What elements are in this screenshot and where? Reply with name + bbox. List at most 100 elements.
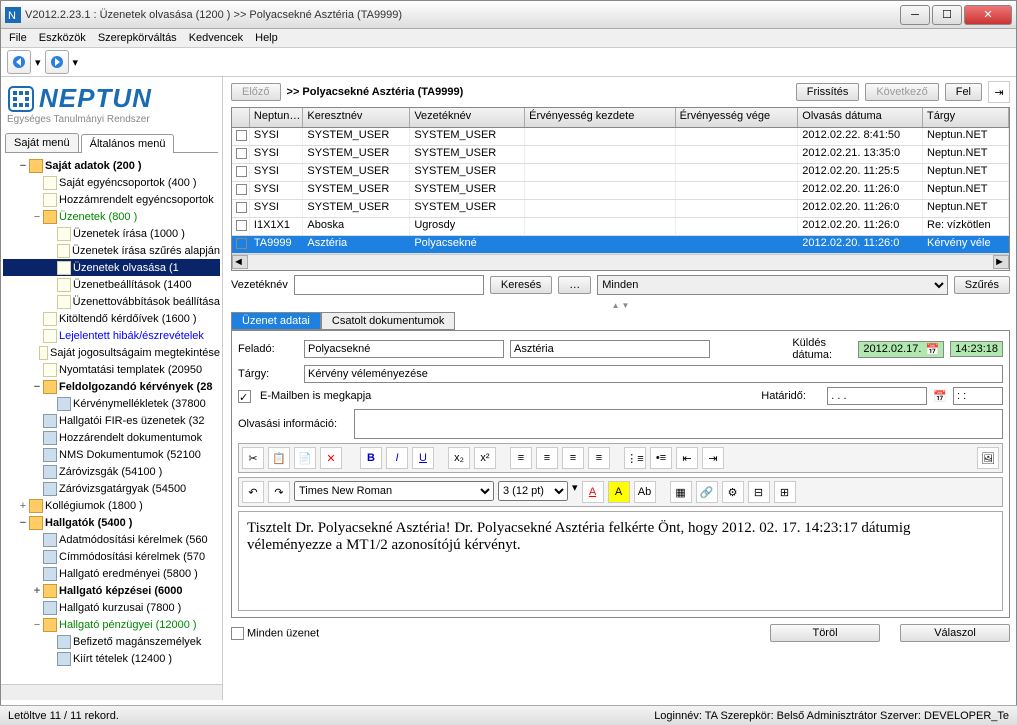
close-button[interactable]: ✕: [964, 5, 1012, 25]
sent-date[interactable]: 2012.02.17.📅: [858, 341, 944, 358]
tab-message-data[interactable]: Üzenet adatai: [231, 312, 321, 330]
tree-item[interactable]: Kitöltendő kérdőívek (1600 ): [3, 310, 220, 327]
tree-item[interactable]: Kérvénymellékletek (37800: [3, 395, 220, 412]
cut-icon[interactable]: ✂: [242, 447, 264, 469]
reply-button[interactable]: Válaszol: [900, 624, 1010, 642]
tree-item[interactable]: Üzenetek írása szűrés alapján: [3, 242, 220, 259]
search-button[interactable]: Keresés: [490, 276, 552, 294]
table-row[interactable]: SYSISYSTEM_USERSYSTEM_USER2012.02.20. 11…: [232, 164, 1009, 182]
size-select[interactable]: 3 (12 pt): [498, 481, 568, 501]
deadline-date[interactable]: [827, 387, 927, 405]
search-more-button[interactable]: …: [558, 276, 591, 294]
redo-icon[interactable]: ↷: [268, 481, 290, 503]
tree-item[interactable]: Lejelentett hibák/észrevételek: [3, 327, 220, 344]
tool-icon[interactable]: ⚙: [722, 481, 744, 503]
align-center-icon[interactable]: ≡: [536, 447, 558, 469]
tree-item[interactable]: Üzenetek olvasása (1: [3, 259, 220, 276]
justify-icon[interactable]: ≡: [588, 447, 610, 469]
column-header[interactable]: Keresztnév: [303, 108, 410, 127]
tree-item[interactable]: Záróvizsgák (54100 ): [3, 463, 220, 480]
back-button[interactable]: [7, 50, 31, 74]
undo-icon[interactable]: ↶: [242, 481, 264, 503]
delete-icon[interactable]: ✕: [320, 447, 342, 469]
column-header[interactable]: Érvényesség vége: [676, 108, 799, 127]
tree-item[interactable]: Saját jogosultságaim megtekintése: [3, 344, 220, 361]
delete-button[interactable]: Töröl: [770, 624, 880, 642]
from-first-input[interactable]: [510, 340, 710, 358]
next-button[interactable]: Következő: [865, 83, 938, 101]
deadline-time[interactable]: [953, 387, 1003, 405]
outdent-icon[interactable]: ⇤: [676, 447, 698, 469]
menu-roleswitch[interactable]: Szerepkörváltás: [98, 32, 177, 44]
tree-item[interactable]: Hozzárendelt dokumentumok: [3, 429, 220, 446]
tree-item[interactable]: −Feldolgozandó kérvények (28: [3, 378, 220, 395]
column-header[interactable]: Olvasás dátuma: [798, 108, 923, 127]
table-row[interactable]: I1X1X1AboskaUgrosdy2012.02.20. 11:26:0Re…: [232, 218, 1009, 236]
table-row[interactable]: SYSISYSTEM_USERSYSTEM_USER2012.02.20. 11…: [232, 182, 1009, 200]
sub-icon[interactable]: x₂: [448, 447, 470, 469]
tool3-icon[interactable]: ⊞: [774, 481, 796, 503]
refresh-button[interactable]: Frissítés: [796, 83, 860, 101]
tree[interactable]: −Saját adatok (200 )Saját egyéncsoportok…: [1, 153, 222, 684]
tree-item[interactable]: Címmódosítási kérelmek (570: [3, 548, 220, 565]
messages-grid[interactable]: Neptun…KeresztnévVezetéknévÉrvényesség k…: [231, 107, 1010, 271]
column-header[interactable]: Tárgy: [923, 108, 1009, 127]
tree-item[interactable]: Nyomtatási templatek (20950: [3, 361, 220, 378]
tree-item[interactable]: Záróvizsgatárgyak (54500: [3, 480, 220, 497]
table-row[interactable]: TA9999AsztériaPolyacsekné2012.02.20. 11:…: [232, 236, 1009, 254]
calendar-icon[interactable]: 📅: [933, 390, 947, 403]
tree-scrollbar[interactable]: [1, 684, 222, 700]
link-icon[interactable]: 🔗: [696, 481, 718, 503]
table-icon[interactable]: ▦: [670, 481, 692, 503]
sent-time[interactable]: 14:23:18: [950, 341, 1003, 357]
maximize-button[interactable]: ☐: [932, 5, 962, 25]
message-body[interactable]: Tisztelt Dr. Polyacsekné Asztéria! Dr. P…: [238, 511, 1003, 611]
forward-dropdown-icon[interactable]: ▾: [73, 56, 79, 69]
column-header[interactable]: Neptun…: [250, 108, 304, 127]
tree-item[interactable]: −Hallgatók (5400 ): [3, 514, 220, 531]
column-header[interactable]: Vezetéknév: [410, 108, 525, 127]
tree-item[interactable]: +Hallgató képzései (6000: [3, 582, 220, 599]
menu-favorites[interactable]: Kedvencek: [189, 32, 243, 44]
tree-item[interactable]: +Kollégiumok (1800 ): [3, 497, 220, 514]
indent-icon[interactable]: ⇥: [702, 447, 724, 469]
underline-icon[interactable]: U: [412, 447, 434, 469]
tree-item[interactable]: Kiírt tételek (12400 ): [3, 650, 220, 667]
prev-button[interactable]: Előző: [231, 83, 281, 101]
tree-item[interactable]: Hallgatói FIR-es üzenetek (32: [3, 412, 220, 429]
tree-item[interactable]: Hozzámrendelt egyéncsoportok: [3, 191, 220, 208]
tab-general-menu[interactable]: Általános menü: [81, 134, 175, 153]
from-last-input[interactable]: [304, 340, 504, 358]
splitter[interactable]: ▲▼: [225, 299, 1016, 312]
tree-item[interactable]: Üzenetek írása (1000 ): [3, 225, 220, 242]
menu-file[interactable]: File: [9, 32, 27, 44]
column-header[interactable]: [232, 108, 250, 127]
list-bullet-icon[interactable]: •≡: [650, 447, 672, 469]
align-right-icon[interactable]: ≡: [562, 447, 584, 469]
tree-item[interactable]: Üzenetbeállítások (1400: [3, 276, 220, 293]
filter-button[interactable]: Szűrés: [954, 276, 1010, 294]
tree-item[interactable]: −Üzenetek (800 ): [3, 208, 220, 225]
list-num-icon[interactable]: ⋮≡: [624, 447, 646, 469]
calendar-icon[interactable]: 📅: [925, 343, 939, 356]
bold-icon[interactable]: B: [360, 447, 382, 469]
scroll-right-icon[interactable]: ►: [993, 255, 1009, 269]
size-down-icon[interactable]: ▾: [572, 481, 578, 503]
subject-input[interactable]: [304, 365, 1003, 383]
tree-item[interactable]: Adatmódosítási kérelmek (560: [3, 531, 220, 548]
menu-help[interactable]: Help: [255, 32, 278, 44]
scroll-left-icon[interactable]: ◄: [232, 255, 248, 269]
table-row[interactable]: SYSISYSTEM_USERSYSTEM_USER2012.02.20. 11…: [232, 200, 1009, 218]
tree-item[interactable]: Saját egyéncsoportok (400 ): [3, 174, 220, 191]
read-info-input[interactable]: [354, 409, 1003, 439]
clear-format-icon[interactable]: Ab: [634, 481, 656, 503]
font-color-icon[interactable]: A: [582, 481, 604, 503]
back-dropdown-icon[interactable]: ▾: [35, 56, 41, 69]
column-header[interactable]: Érvényesség kezdete: [525, 108, 675, 127]
pin-icon[interactable]: ⇥: [988, 81, 1010, 103]
copy-icon[interactable]: 📋: [268, 447, 290, 469]
tree-item[interactable]: −Saját adatok (200 ): [3, 157, 220, 174]
table-row[interactable]: SYSISYSTEM_USERSYSTEM_USER2012.02.22. 8:…: [232, 128, 1009, 146]
search-input[interactable]: [294, 275, 484, 295]
forward-button[interactable]: [45, 50, 69, 74]
